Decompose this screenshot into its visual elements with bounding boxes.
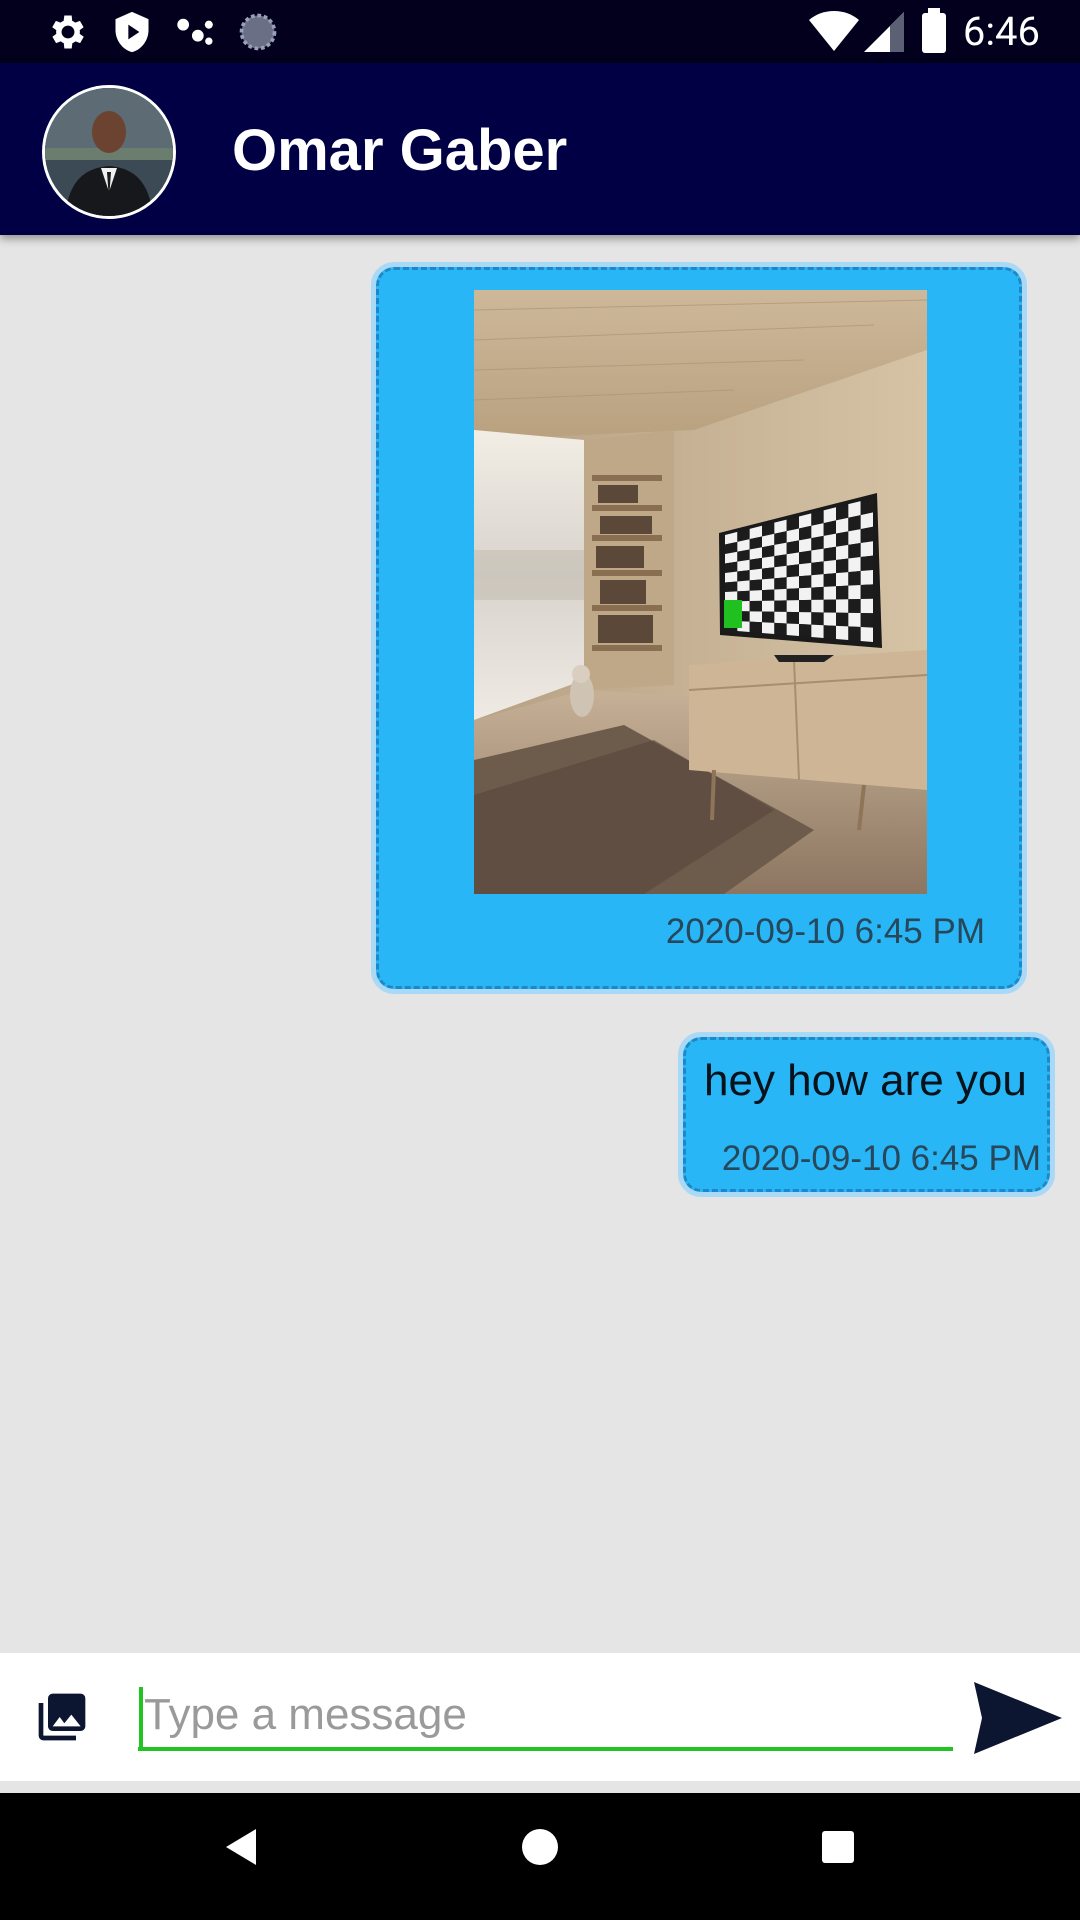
contact-name[interactable]: Omar Gaber: [232, 117, 567, 184]
wifi-icon: [809, 11, 859, 51]
signal-icon: [864, 12, 904, 52]
message-timestamp: 2020-09-10 6:45 PM: [721, 1139, 1041, 1178]
message-timestamp: 2020-09-10 6:45 PM: [665, 912, 985, 951]
status-time: 6:46: [962, 8, 1040, 55]
settings-icon: [52, 15, 84, 49]
text-cursor: [139, 1687, 143, 1751]
text-message-bubble[interactable]: hey how are you 2020-09-10 6:45 PM: [678, 1032, 1055, 1197]
message-photo[interactable]: [474, 290, 927, 894]
composer-spacer: [0, 1781, 1080, 1793]
avatar-photo: [45, 88, 173, 216]
shield-play-icon: [115, 11, 149, 53]
message-input[interactable]: [138, 1683, 953, 1751]
gallery-icon[interactable]: [34, 1689, 90, 1745]
recents-icon[interactable]: [818, 1827, 858, 1867]
chat-header: Omar Gaber: [0, 63, 1080, 235]
image-message-bubble[interactable]: 2020-09-10 6:45 PM: [371, 262, 1027, 994]
send-icon[interactable]: [970, 1677, 1066, 1759]
loading-circle-icon: [239, 13, 277, 51]
message-composer: [0, 1653, 1080, 1781]
back-icon[interactable]: [222, 1827, 262, 1867]
message-text: hey how are you: [704, 1056, 1027, 1105]
room-photo-image: [474, 290, 927, 894]
status-bar: 6:46: [0, 0, 1080, 63]
battery-icon: [922, 8, 946, 53]
dots-icon: [177, 18, 213, 45]
avatar[interactable]: [42, 85, 176, 219]
home-icon[interactable]: [520, 1827, 560, 1867]
navigation-bar: [0, 1793, 1080, 1920]
